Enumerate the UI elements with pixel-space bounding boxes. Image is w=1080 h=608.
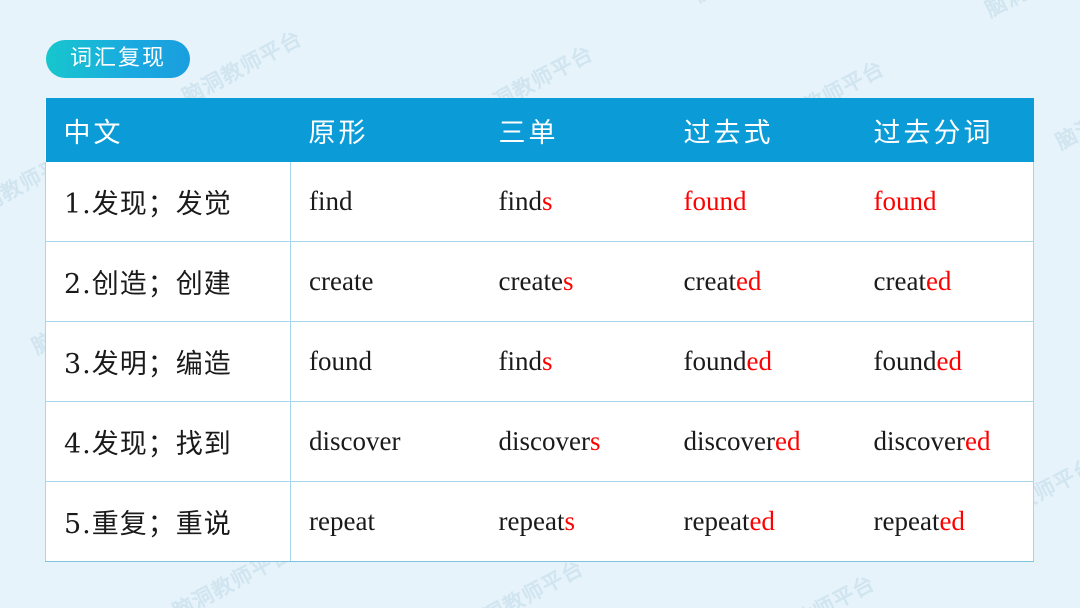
table-row: 2.创造；创建 create creates created created	[45, 241, 1034, 322]
word-suffix-highlight: ed	[925, 266, 952, 296]
word-suffix-highlight: ed	[939, 506, 965, 536]
cell-chinese-meaning: 2.创造；创建	[45, 241, 291, 322]
watermark-text: 脑洞教师平台	[510, 595, 781, 608]
cell-past-tense-form: repeated	[665, 481, 856, 562]
cell-base-form: discover	[290, 401, 481, 482]
word-suffix-highlight: ed	[735, 266, 762, 296]
cell-chinese-meaning: 4.发现；找到	[45, 401, 291, 482]
cell-past-participle-form: repeated	[855, 481, 1034, 562]
column-header-past: 过去式	[665, 98, 856, 162]
word-irregular-highlight: found	[873, 186, 937, 216]
table-row: 4.发现；找到 discover discovers discovered discov…	[45, 401, 1034, 482]
cell-past-participle-form: discovered	[855, 401, 1034, 482]
word-stem: found	[873, 346, 937, 376]
cell-past-tense-form: founded	[665, 321, 856, 402]
cell-past-tense-form: created	[665, 241, 856, 322]
word-stem: discover	[498, 426, 590, 456]
word-suffix-highlight: s	[542, 186, 553, 216]
word-suffix-highlight: ed	[749, 506, 775, 536]
watermark-text: 脑洞教师平台	[219, 580, 490, 608]
cell-past-participle-form: founded	[855, 321, 1034, 402]
cell-past-participle-form: found	[855, 162, 1034, 242]
word-suffix-highlight: s	[542, 346, 553, 376]
word-suffix-highlight: s	[564, 506, 575, 536]
cell-third-person-form: finds	[480, 162, 666, 242]
cell-past-tense-form: found	[665, 162, 856, 242]
word-stem: repeat	[873, 506, 940, 536]
word-suffix-highlight: ed	[964, 426, 991, 456]
cell-past-participle-form: created	[855, 241, 1034, 322]
cell-third-person-form: finds	[480, 321, 666, 402]
cell-base-form: found	[290, 321, 481, 402]
word-suffix-highlight: ed	[936, 346, 962, 376]
column-header-chinese: 中文	[45, 98, 291, 162]
column-header-participle: 过去分词	[855, 98, 1034, 162]
watermark-text: 脑洞教师平台	[961, 0, 1080, 58]
cell-base-form: find	[290, 162, 481, 242]
watermark-text: 脑洞教师平台	[670, 0, 941, 43]
word-stem: discover	[309, 426, 401, 456]
watermark-text: 脑洞教师平台	[0, 565, 199, 608]
cell-base-form: repeat	[290, 481, 481, 562]
word-suffix-highlight: ed	[746, 346, 772, 376]
word-stem: creat	[873, 266, 926, 296]
word-stem: found	[309, 346, 372, 376]
watermark-text: 脑洞教师平台	[1051, 71, 1080, 155]
cell-chinese-meaning: 3.发明；编造	[45, 321, 291, 402]
column-header-base: 原形	[290, 98, 481, 162]
word-stem: discover	[873, 426, 965, 456]
table-row: 5.重复；重说 repeat repeats repeated repeated	[45, 481, 1034, 562]
section-title-badge: 词汇复现	[46, 40, 191, 78]
word-stem: find	[498, 186, 543, 216]
cell-chinese-meaning: 1.发现；发觉	[45, 162, 291, 242]
table-row: 3.发明；编造 found finds founded founded	[45, 321, 1034, 402]
word-irregular-highlight: found	[683, 186, 747, 216]
vocabulary-table: 中文 原形 三单 过去式 过去分词 1.发现；发觉 find finds found f…	[45, 98, 1034, 562]
vocabulary-table-container: 中文 原形 三单 过去式 过去分词 1.发现；发觉 find finds found f…	[45, 98, 1034, 562]
word-stem: find	[498, 346, 543, 376]
cell-past-tense-form: discovered	[665, 401, 856, 482]
word-stem: creat	[683, 266, 736, 296]
cell-base-form: create	[290, 241, 481, 322]
word-stem: repeat	[683, 506, 750, 536]
word-stem: create	[498, 266, 563, 296]
word-stem: discover	[683, 426, 775, 456]
table-body: 1.发现；发觉 find finds found found 2.创造；创建 create c…	[45, 162, 1034, 562]
word-stem: found	[683, 346, 747, 376]
word-suffix-highlight: s	[562, 266, 574, 296]
table-header: 中文 原形 三单 过去式 过去分词	[45, 98, 1034, 162]
word-suffix-highlight: ed	[774, 426, 801, 456]
word-stem: create	[309, 266, 374, 296]
cell-third-person-form: creates	[480, 241, 666, 322]
table-header-row: 中文 原形 三单 过去式 过去分词	[45, 98, 1034, 162]
column-header-third: 三单	[480, 98, 666, 162]
cell-third-person-form: discovers	[480, 401, 666, 482]
word-stem: repeat	[309, 506, 375, 536]
word-stem: find	[309, 186, 353, 216]
table-row: 1.发现；发觉 find finds found found	[45, 162, 1034, 242]
cell-chinese-meaning: 5.重复；重说	[45, 481, 291, 562]
word-stem: repeat	[498, 506, 565, 536]
word-suffix-highlight: s	[589, 426, 601, 456]
watermark-text: 脑洞教师平台	[379, 0, 650, 28]
cell-third-person-form: repeats	[480, 481, 666, 562]
